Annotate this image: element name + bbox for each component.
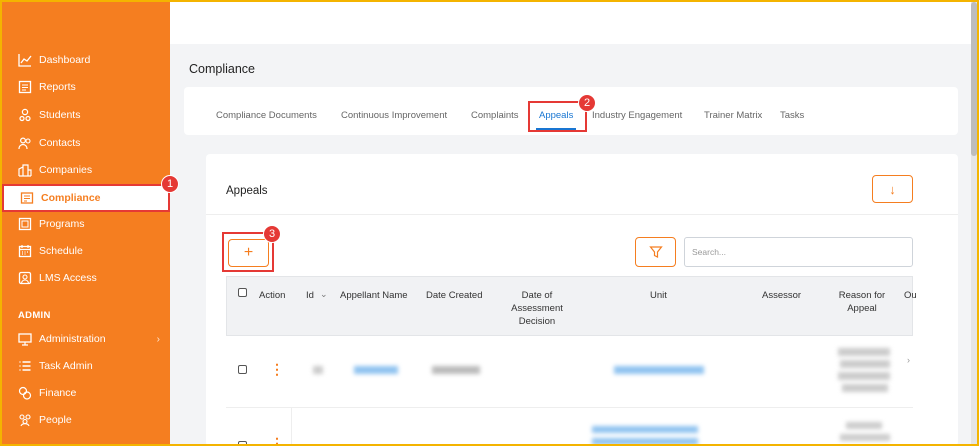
compliance-icon [20, 192, 34, 204]
download-icon: ↓ [889, 181, 896, 197]
callout-badge-2: 2 [578, 94, 596, 112]
sidebar-item-reports[interactable]: Reports [2, 74, 170, 100]
companies-icon [18, 164, 32, 177]
sidebar-item-label: Finance [39, 387, 77, 399]
tab-continuous-improvement[interactable]: Continuous Improvement [341, 110, 447, 121]
row-appellant-redacted[interactable] [354, 366, 398, 374]
filter-button[interactable] [635, 237, 676, 267]
sidebar-item-label: Students [39, 109, 81, 121]
tab-tasks[interactable]: Tasks [780, 110, 804, 121]
sidebar-item-students[interactable]: Students [2, 102, 170, 128]
sidebar-item-label: LMS Access [39, 272, 97, 284]
row-unit-redacted[interactable] [614, 366, 704, 374]
sidebar-item-label: Companies [39, 164, 93, 176]
lms-icon [18, 271, 32, 285]
sidebar-item-contacts[interactable]: Contacts [2, 130, 170, 156]
column-header-appellant-name: Appellant Name [340, 290, 408, 301]
sidebar-item-label: Dashboard [39, 54, 91, 66]
monitor-icon [18, 333, 32, 346]
contacts-icon [18, 137, 31, 150]
row-overflow-chevron-icon: › [907, 355, 910, 365]
download-button[interactable]: ↓ [872, 175, 913, 203]
search-input[interactable]: Search... [684, 237, 913, 267]
sidebar-item-label: Programs [39, 218, 85, 230]
finance-icon [18, 386, 32, 400]
sidebar-item-programs[interactable]: Programs [2, 211, 170, 237]
row-id-redacted [313, 366, 323, 374]
sidebar-item-label: Reports [39, 81, 76, 93]
column-header-date-of-assessment-decision: Date of Assessment Decision [511, 290, 563, 327]
tab-compliance-documents[interactable]: Compliance Documents [216, 110, 317, 121]
row-reason-redacted-line-2 [840, 434, 890, 441]
select-all-checkbox[interactable] [238, 288, 247, 297]
report-icon [18, 80, 32, 94]
column-header-outcome: Ou [904, 290, 917, 301]
sidebar-item-label: Administration [39, 333, 106, 345]
people-icon [19, 414, 31, 427]
table-row [226, 336, 913, 408]
card-divider [206, 214, 958, 215]
sort-chevron-down-icon[interactable]: ⌄ [320, 288, 328, 301]
row-reason-redacted-line-3 [838, 372, 890, 380]
sidebar-item-administration[interactable]: Administration › [2, 326, 170, 352]
sidebar-item-compliance[interactable]: Compliance [2, 184, 170, 212]
students-icon [19, 108, 31, 122]
row-unit-redacted-line-2[interactable] [592, 438, 698, 444]
tab-trainer-matrix[interactable]: Trainer Matrix [704, 110, 762, 121]
column-header-id[interactable]: Id [306, 289, 314, 302]
column-header-reason-for-appeal: Reason for Appeal [838, 290, 886, 314]
sidebar-item-task-admin[interactable]: Task Admin [2, 353, 170, 379]
sidebar-item-people[interactable]: People [2, 407, 170, 433]
row-actions-kebab-icon[interactable]: ⋮ [270, 362, 284, 376]
sidebar-item-lms-access[interactable]: LMS Access [2, 265, 170, 291]
row-reason-redacted-line-1 [838, 348, 890, 356]
row-unit-redacted-line-1[interactable] [592, 426, 698, 433]
row-reason-redacted-line-4 [842, 384, 888, 392]
tab-industry-engagement[interactable]: Industry Engagement [592, 110, 682, 121]
column-header-unit: Unit [650, 290, 667, 301]
chevron-right-icon: › [156, 333, 160, 345]
column-header-date-created: Date Created [426, 290, 483, 301]
top-bar [170, 2, 977, 44]
sidebar-item-label: Contacts [39, 137, 81, 149]
card-title: Appeals [226, 185, 268, 197]
row-reason-redacted-line-1 [846, 422, 882, 429]
page-scrollbar-thumb[interactable] [971, 2, 977, 156]
sidebar-item-label: Task Admin [39, 360, 93, 372]
sidebar-item-finance[interactable]: Finance [2, 380, 170, 406]
sidebar-section-admin: ADMIN [18, 310, 51, 321]
callout-badge-1: 1 [161, 175, 179, 193]
sidebar-item-companies[interactable]: Companies [2, 157, 170, 183]
sidebar: Dashboard Reports Students Contacts Comp… [2, 2, 170, 444]
column-header-assessor: Assessor [762, 290, 802, 301]
chart-line-icon [18, 54, 32, 67]
row-checkbox[interactable] [238, 441, 247, 444]
sidebar-item-label: People [39, 414, 72, 426]
list-icon [19, 361, 31, 371]
row-reason-redacted-line-2 [840, 360, 890, 368]
sidebar-item-dashboard[interactable]: Dashboard [2, 47, 170, 73]
tab-complaints[interactable]: Complaints [471, 110, 519, 121]
search-placeholder: Search... [692, 247, 727, 257]
row-actions-kebab-icon[interactable]: ⋮ [270, 436, 284, 444]
column-header-action: Action [259, 290, 286, 301]
row-checkbox[interactable] [238, 365, 247, 374]
sidebar-item-label: Compliance [41, 192, 101, 204]
sidebar-item-schedule[interactable]: Schedule [2, 238, 170, 264]
callout-badge-3: 3 [263, 225, 281, 243]
page-title: Compliance [189, 62, 256, 76]
filter-icon [648, 246, 663, 258]
calendar-icon [18, 245, 32, 258]
sidebar-item-label: Schedule [39, 245, 83, 257]
row-date-redacted [432, 366, 480, 374]
app-window: Dashboard Reports Students Contacts Comp… [2, 2, 977, 444]
programs-icon [18, 217, 32, 231]
